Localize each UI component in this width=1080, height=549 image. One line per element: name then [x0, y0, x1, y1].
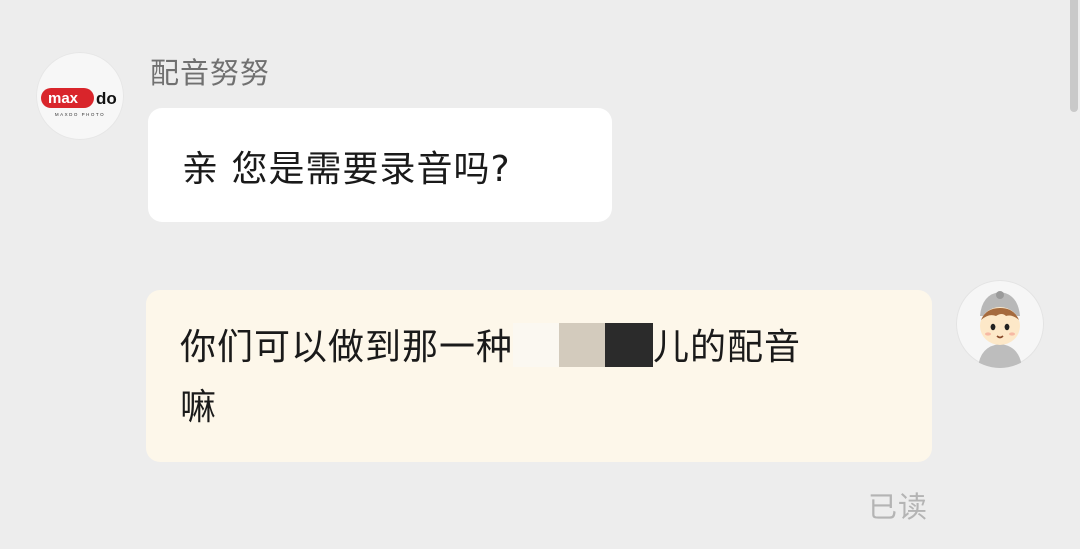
incoming-message-bubble[interactable]: 亲 您是需要录音吗? [148, 108, 612, 222]
redacted-block [605, 323, 654, 367]
svg-text:max: max [48, 90, 79, 107]
maxdo-logo-icon: max do MAXDO PHOTO [41, 88, 117, 117]
svg-text:do: do [96, 89, 117, 108]
read-status: 已读 [868, 490, 929, 524]
svg-text:MAXDO PHOTO: MAXDO PHOTO [55, 112, 105, 117]
cartoon-boy-icon [978, 291, 1022, 368]
outgoing-message-line-2: 嘛 [180, 387, 218, 428]
redacted-block [513, 323, 560, 367]
redacted-block [559, 323, 606, 367]
shop-avatar[interactable]: max do MAXDO PHOTO [36, 52, 124, 140]
outgoing-text-part-1: 你们可以做到那一种 [180, 327, 514, 368]
outgoing-message-line-1: 你们可以做到那一种 儿的配音 [180, 318, 801, 378]
outgoing-text-part-2: 儿的配音 [653, 327, 802, 368]
incoming-message-text: 亲 您是需要录音吗? [182, 149, 511, 190]
scrollbar-thumb[interactable] [1070, 0, 1078, 112]
outgoing-message-bubble[interactable]: 你们可以做到那一种 儿的配音 嘛 [146, 290, 932, 462]
user-avatar[interactable] [956, 280, 1044, 368]
sender-name: 配音努努 [150, 56, 271, 90]
